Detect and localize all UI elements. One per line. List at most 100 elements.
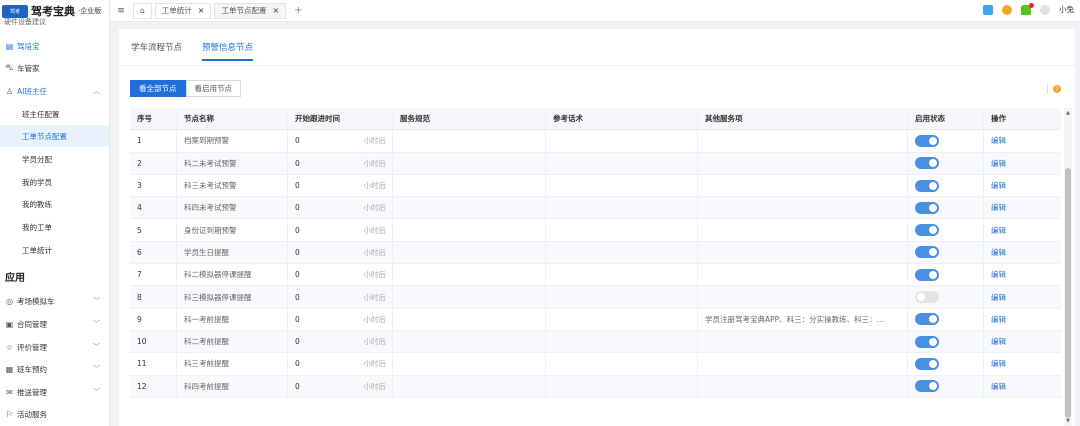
add-tab-icon[interactable]: + xyxy=(294,5,302,16)
start-hours-field[interactable]: 0 小时后 xyxy=(288,197,393,219)
start-hours-field[interactable]: 0 小时后 xyxy=(288,264,393,286)
hours-unit: 小时后 xyxy=(363,181,387,191)
edit-link[interactable]: 编辑 xyxy=(991,292,1006,303)
hours-unit: 小时后 xyxy=(363,225,387,235)
chevron-down-icon: ﹀ xyxy=(93,297,100,305)
action-cell: 编辑 xyxy=(984,242,1061,263)
status-cell xyxy=(908,174,984,197)
start-hours-field[interactable]: 0 小时后 xyxy=(288,308,393,330)
edit-link[interactable]: 编辑 xyxy=(991,381,1006,392)
edit-link[interactable]: 编辑 xyxy=(991,247,1006,258)
start-hours-field[interactable]: 0 小时后 xyxy=(288,174,393,197)
tab-gongdan-tongji[interactable]: 工单统计 × xyxy=(154,2,212,19)
enable-toggle[interactable] xyxy=(915,246,939,259)
bell-icon[interactable] xyxy=(1021,2,1034,15)
enable-toggle[interactable] xyxy=(915,224,939,237)
sidebar-item-app[interactable]: ▣ 合同管理 ﹀ xyxy=(0,313,109,335)
start-hours-field[interactable]: 0 小时后 xyxy=(288,330,393,353)
enable-toggle[interactable] xyxy=(915,134,939,147)
enable-toggle[interactable] xyxy=(915,268,939,281)
sidebar-subitem[interactable]: 工单统计 xyxy=(0,239,109,261)
close-icon[interactable]: × xyxy=(272,6,279,15)
table-header: 序号 节点名称 开始跟进时间 服务规范 参考话术 其他服务项 启用状态 操作 xyxy=(130,108,1061,131)
sidebar-item-label: 班车预约 xyxy=(17,364,47,374)
scroll-down-icon[interactable]: ▼ xyxy=(1064,418,1072,424)
app-edition: ·企业版 xyxy=(78,7,102,15)
edit-link[interactable]: 编辑 xyxy=(991,269,1006,280)
start-hours-field[interactable]: 0 小时后 xyxy=(288,375,393,397)
start-hours-field[interactable]: 0 小时后 xyxy=(288,286,393,308)
sidebar-item-app[interactable]: ▦ 班车预约 ﹀ xyxy=(0,358,109,380)
other-services xyxy=(698,330,908,353)
enable-toggle[interactable] xyxy=(915,380,939,393)
hours-value: 0 xyxy=(295,359,300,369)
close-icon[interactable]: × xyxy=(198,6,205,15)
view-all-nodes-button[interactable]: 看全部节点 xyxy=(130,80,186,97)
enable-toggle[interactable] xyxy=(915,157,939,170)
view-enabled-nodes-button[interactable]: 看启用节点 xyxy=(185,80,241,97)
sidebar-item-cut[interactable]: 硬件设备建议 xyxy=(4,17,46,27)
sidebar-item-cheguanjia[interactable]: ⛍ 车管家 xyxy=(0,57,109,79)
edit-link[interactable]: 编辑 xyxy=(991,180,1006,191)
status-cell xyxy=(908,130,984,152)
scroll-thumb[interactable] xyxy=(1065,168,1071,418)
action-cell: 编辑 xyxy=(984,219,1061,240)
edit-link[interactable]: 编辑 xyxy=(991,314,1006,325)
enable-toggle[interactable] xyxy=(915,179,939,192)
start-hours-field[interactable]: 0 小时后 xyxy=(288,353,393,375)
tab-home[interactable]: ⌂ xyxy=(133,2,152,19)
sidebar-subitem[interactable]: 我的学员 xyxy=(0,171,109,193)
avatar[interactable] xyxy=(1040,4,1050,15)
bus-icon: ▦ xyxy=(5,364,14,374)
sidebar-subitem[interactable]: 班主任配置 xyxy=(0,103,109,125)
start-hours-field[interactable]: 0 小时后 xyxy=(288,219,393,241)
enable-toggle[interactable] xyxy=(915,201,939,214)
row-number: 2 xyxy=(130,152,177,174)
sidebar-item-ai-banzhuren[interactable]: ♙ AI班主任 ︿ xyxy=(0,80,109,102)
node-name: 科三未考试预警 xyxy=(177,174,288,197)
chevron-down-icon: ﹀ xyxy=(93,343,100,351)
edit-link[interactable]: 编辑 xyxy=(991,202,1006,213)
scroll-up-icon[interactable]: ▲ xyxy=(1064,110,1072,116)
start-hours-field[interactable]: 0 小时后 xyxy=(288,241,393,264)
sidebar-item-jiapeibao[interactable]: ▤ 驾培宝 xyxy=(0,35,109,57)
enable-toggle[interactable] xyxy=(915,357,939,370)
edit-link[interactable]: 编辑 xyxy=(991,158,1006,169)
help-icon[interactable]: ? xyxy=(1053,85,1061,93)
edit-link[interactable]: 编辑 xyxy=(991,135,1006,146)
table-row: 2 科二未考试预警 0 小时后 编辑 xyxy=(130,152,1061,175)
mail-icon: ✉ xyxy=(6,387,13,397)
start-hours-field[interactable]: 0 小时后 xyxy=(288,130,393,152)
service-spec xyxy=(393,330,546,353)
sidebar-subitem[interactable]: 我的教练 xyxy=(0,193,109,215)
sidebar-item-app[interactable]: ◎ 考场模拟车 ﹀ xyxy=(0,290,109,312)
subtab-xueche-liucheng[interactable]: 学车流程节点 xyxy=(131,41,182,61)
target-icon: ◎ xyxy=(6,296,13,306)
sidebar-item-app[interactable]: ⚐ 活动服务 xyxy=(0,403,109,425)
enable-toggle[interactable] xyxy=(915,313,939,326)
column-header: 序号 xyxy=(130,108,177,130)
hours-value: 0 xyxy=(295,158,300,168)
sidebar-subitem[interactable]: 学员分配 xyxy=(0,148,109,170)
other-services xyxy=(698,264,908,286)
node-name: 科三考前提醒 xyxy=(177,353,288,375)
menu-icon[interactable]: ≡ xyxy=(112,6,130,16)
user-name[interactable]: 小兔 xyxy=(1059,4,1074,15)
sidebar-item-app[interactable]: ☆ 评价管理 ﹀ xyxy=(0,336,109,358)
edit-link[interactable]: 编辑 xyxy=(991,225,1006,236)
hours-unit: 小时后 xyxy=(363,314,387,324)
sidebar-subitem-active[interactable]: 工单节点配置 xyxy=(0,125,109,147)
user-group-icon[interactable] xyxy=(1002,4,1012,15)
subtab-yujing-xinxi[interactable]: 预警信息节点 xyxy=(202,41,254,61)
car-icon: ⛍ xyxy=(5,63,14,72)
tab-gongdan-jiedian[interactable]: 工单节点配置 × xyxy=(214,2,287,19)
edit-link[interactable]: 编辑 xyxy=(991,358,1006,369)
sidebar-item-app[interactable]: ✉ 推送管理 ﹀ xyxy=(0,381,109,403)
enable-toggle[interactable] xyxy=(915,335,939,348)
edit-link[interactable]: 编辑 xyxy=(991,336,1006,347)
sidebar-subitem[interactable]: 我的工单 xyxy=(0,216,109,238)
enable-toggle[interactable] xyxy=(915,291,939,304)
table-scrollbar[interactable]: ▲ ▼ xyxy=(1064,108,1072,426)
search-icon[interactable] xyxy=(983,4,993,15)
start-hours-field[interactable]: 0 小时后 xyxy=(288,152,393,174)
